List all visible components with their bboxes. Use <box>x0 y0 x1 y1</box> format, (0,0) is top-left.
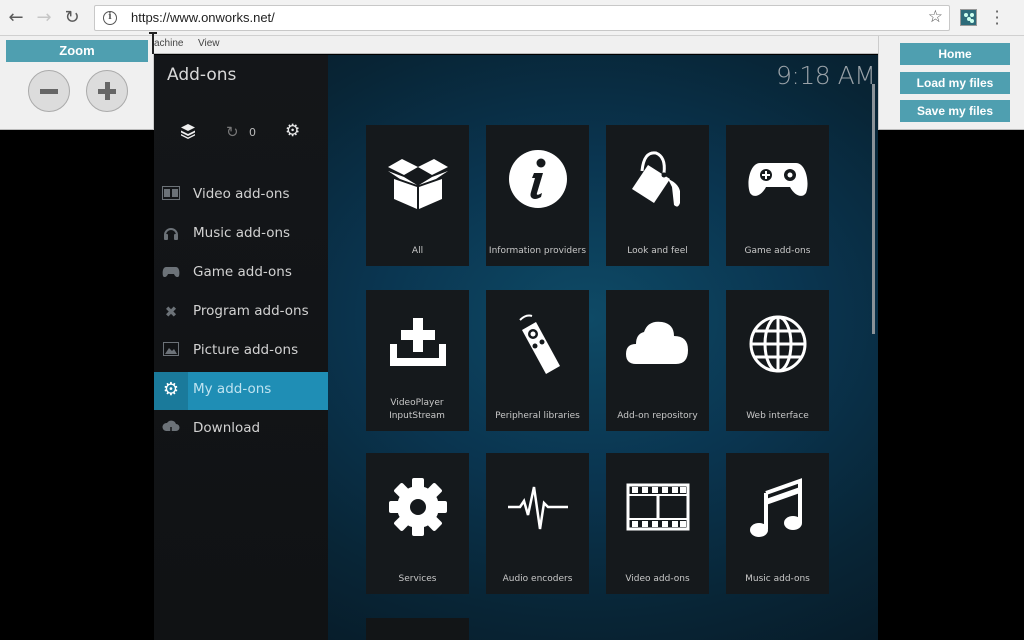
url-text[interactable]: https://www.onworks.net/ <box>131 10 275 25</box>
tile-services[interactable]: Services <box>366 453 469 594</box>
tile-music-addons[interactable]: Music add-ons <box>726 453 829 594</box>
tile-audio-encoders[interactable]: Audio encoders <box>486 453 589 594</box>
tile-partial[interactable] <box>366 618 469 640</box>
sidebar-item-label: Music add-ons <box>193 225 291 241</box>
sidebar-item-label: Video add-ons <box>193 186 290 202</box>
download-icon <box>162 420 180 438</box>
sidebar-item-music-addons[interactable]: Music add-ons <box>154 216 328 254</box>
sidebar-tools: ↻ 0 ⚙ <box>154 121 328 145</box>
browser-menu-icon[interactable]: · · · <box>990 4 1004 32</box>
gamepad-icon <box>747 163 808 196</box>
tile-label: Add-on repository <box>617 411 698 421</box>
tile-label: Video add-ons <box>625 574 690 584</box>
tile-label: Peripheral libraries <box>495 411 580 421</box>
sidebar-item-my-addons[interactable]: ⚙ My add-ons <box>154 372 328 410</box>
site-info-icon[interactable]: i <box>103 11 117 25</box>
open-box-icon <box>387 159 448 209</box>
picture-icon <box>162 342 180 360</box>
tile-label: Audio encoders <box>502 574 573 584</box>
page-title: Add-ons <box>167 65 237 85</box>
inputstream-icon <box>389 318 446 366</box>
kodi-window: Add-ons ↻ 0 ⚙ Video add-ons Music add-on… <box>154 55 878 640</box>
sidebar-item-label: My add-ons <box>193 381 272 397</box>
waveform-icon <box>507 486 568 530</box>
tile-label: All <box>411 246 424 256</box>
cloud-icon <box>625 321 688 364</box>
sidebar-item-video-addons[interactable]: Video add-ons <box>154 177 328 215</box>
text-cursor-icon <box>149 32 157 54</box>
remote-icon <box>518 314 560 374</box>
menu-machine[interactable]: achine <box>154 38 183 49</box>
tile-look-and-feel[interactable]: Look and feel <box>606 125 709 266</box>
back-button[interactable]: ← <box>6 8 26 28</box>
tile-game-addons[interactable]: Game add-ons <box>726 125 829 266</box>
tile-label: Web interface <box>746 411 809 421</box>
tile-video-addons[interactable]: Video add-ons <box>606 453 709 594</box>
reload-button[interactable]: ↻ <box>62 8 82 28</box>
addon-stack-icon[interactable] <box>180 123 196 143</box>
home-button[interactable]: Home <box>900 43 1010 65</box>
film-icon <box>162 186 180 204</box>
vm-menu-bar: achine View <box>154 36 878 54</box>
paint-bucket-icon <box>631 151 680 207</box>
sidebar-item-label: Program add-ons <box>193 303 309 319</box>
sidebar: Add-ons ↻ 0 ⚙ Video add-ons Music add-on… <box>154 55 328 640</box>
sidebar-item-download[interactable]: Download <box>154 411 328 449</box>
file-panel: Home Load my files Save my files <box>878 36 1024 130</box>
sidebar-item-label: Download <box>193 420 261 436</box>
gamepad-icon <box>162 264 180 282</box>
zoom-panel: Zoom <box>0 36 154 130</box>
headphones-icon <box>162 225 180 243</box>
zoom-title: Zoom <box>6 40 148 62</box>
zoom-out-button[interactable] <box>28 70 70 112</box>
tile-addon-repository[interactable]: Add-on repository <box>606 290 709 431</box>
film-icon <box>626 483 689 531</box>
tile-all[interactable]: All <box>366 125 469 266</box>
globe-icon <box>749 315 806 373</box>
tile-information-providers[interactable]: Information providers <box>486 125 589 266</box>
sidebar-item-picture-addons[interactable]: Picture add-ons <box>154 333 328 371</box>
sidebar-item-program-addons[interactable]: ✖ Program add-ons <box>154 294 328 332</box>
settings-gear-icon[interactable]: ⚙ <box>285 121 300 141</box>
tile-peripheral-libraries[interactable]: Peripheral libraries <box>486 290 589 431</box>
address-bar[interactable]: i https://www.onworks.net/ ☆ <box>94 5 950 31</box>
extension-icon[interactable] <box>960 9 977 26</box>
tile-label: Game add-ons <box>744 246 811 256</box>
bookmark-star-icon[interactable]: ☆ <box>928 7 943 27</box>
tile-label: Information providers <box>488 246 587 256</box>
sidebar-item-label: Game add-ons <box>193 264 292 280</box>
tile-videoplayer-inputstream[interactable]: VideoPlayer InputStream <box>366 290 469 431</box>
zoom-in-button[interactable] <box>86 70 128 112</box>
menu-view[interactable]: View <box>198 38 220 49</box>
program-icon: ✖ <box>164 303 178 321</box>
scrollbar[interactable] <box>872 84 875 334</box>
sidebar-item-label: Picture add-ons <box>193 342 299 358</box>
music-note-icon <box>749 478 802 537</box>
minus-icon <box>40 89 58 94</box>
browser-toolbar: ← → ↻ i https://www.onworks.net/ ☆ · · · <box>0 0 1024 36</box>
clock: 9:18 AM <box>776 61 876 90</box>
info-icon <box>508 150 567 208</box>
update-icon[interactable]: ↻ <box>226 123 239 141</box>
save-files-button[interactable]: Save my files <box>900 100 1010 122</box>
tile-label: VideoPlayer InputStream <box>389 398 445 421</box>
gear-icon <box>388 478 447 536</box>
tile-web-interface[interactable]: Web interface <box>726 290 829 431</box>
tile-label: Look and feel <box>627 246 688 256</box>
update-count: 0 <box>249 126 256 139</box>
sidebar-item-game-addons[interactable]: Game add-ons <box>154 255 328 293</box>
plus-icon-vertical <box>105 82 110 100</box>
my-addons-icon: ⚙ <box>162 379 180 400</box>
tile-label: Music add-ons <box>745 574 810 584</box>
forward-button[interactable]: → <box>34 8 54 28</box>
tile-label: Services <box>398 574 437 584</box>
load-files-button[interactable]: Load my files <box>900 72 1010 94</box>
